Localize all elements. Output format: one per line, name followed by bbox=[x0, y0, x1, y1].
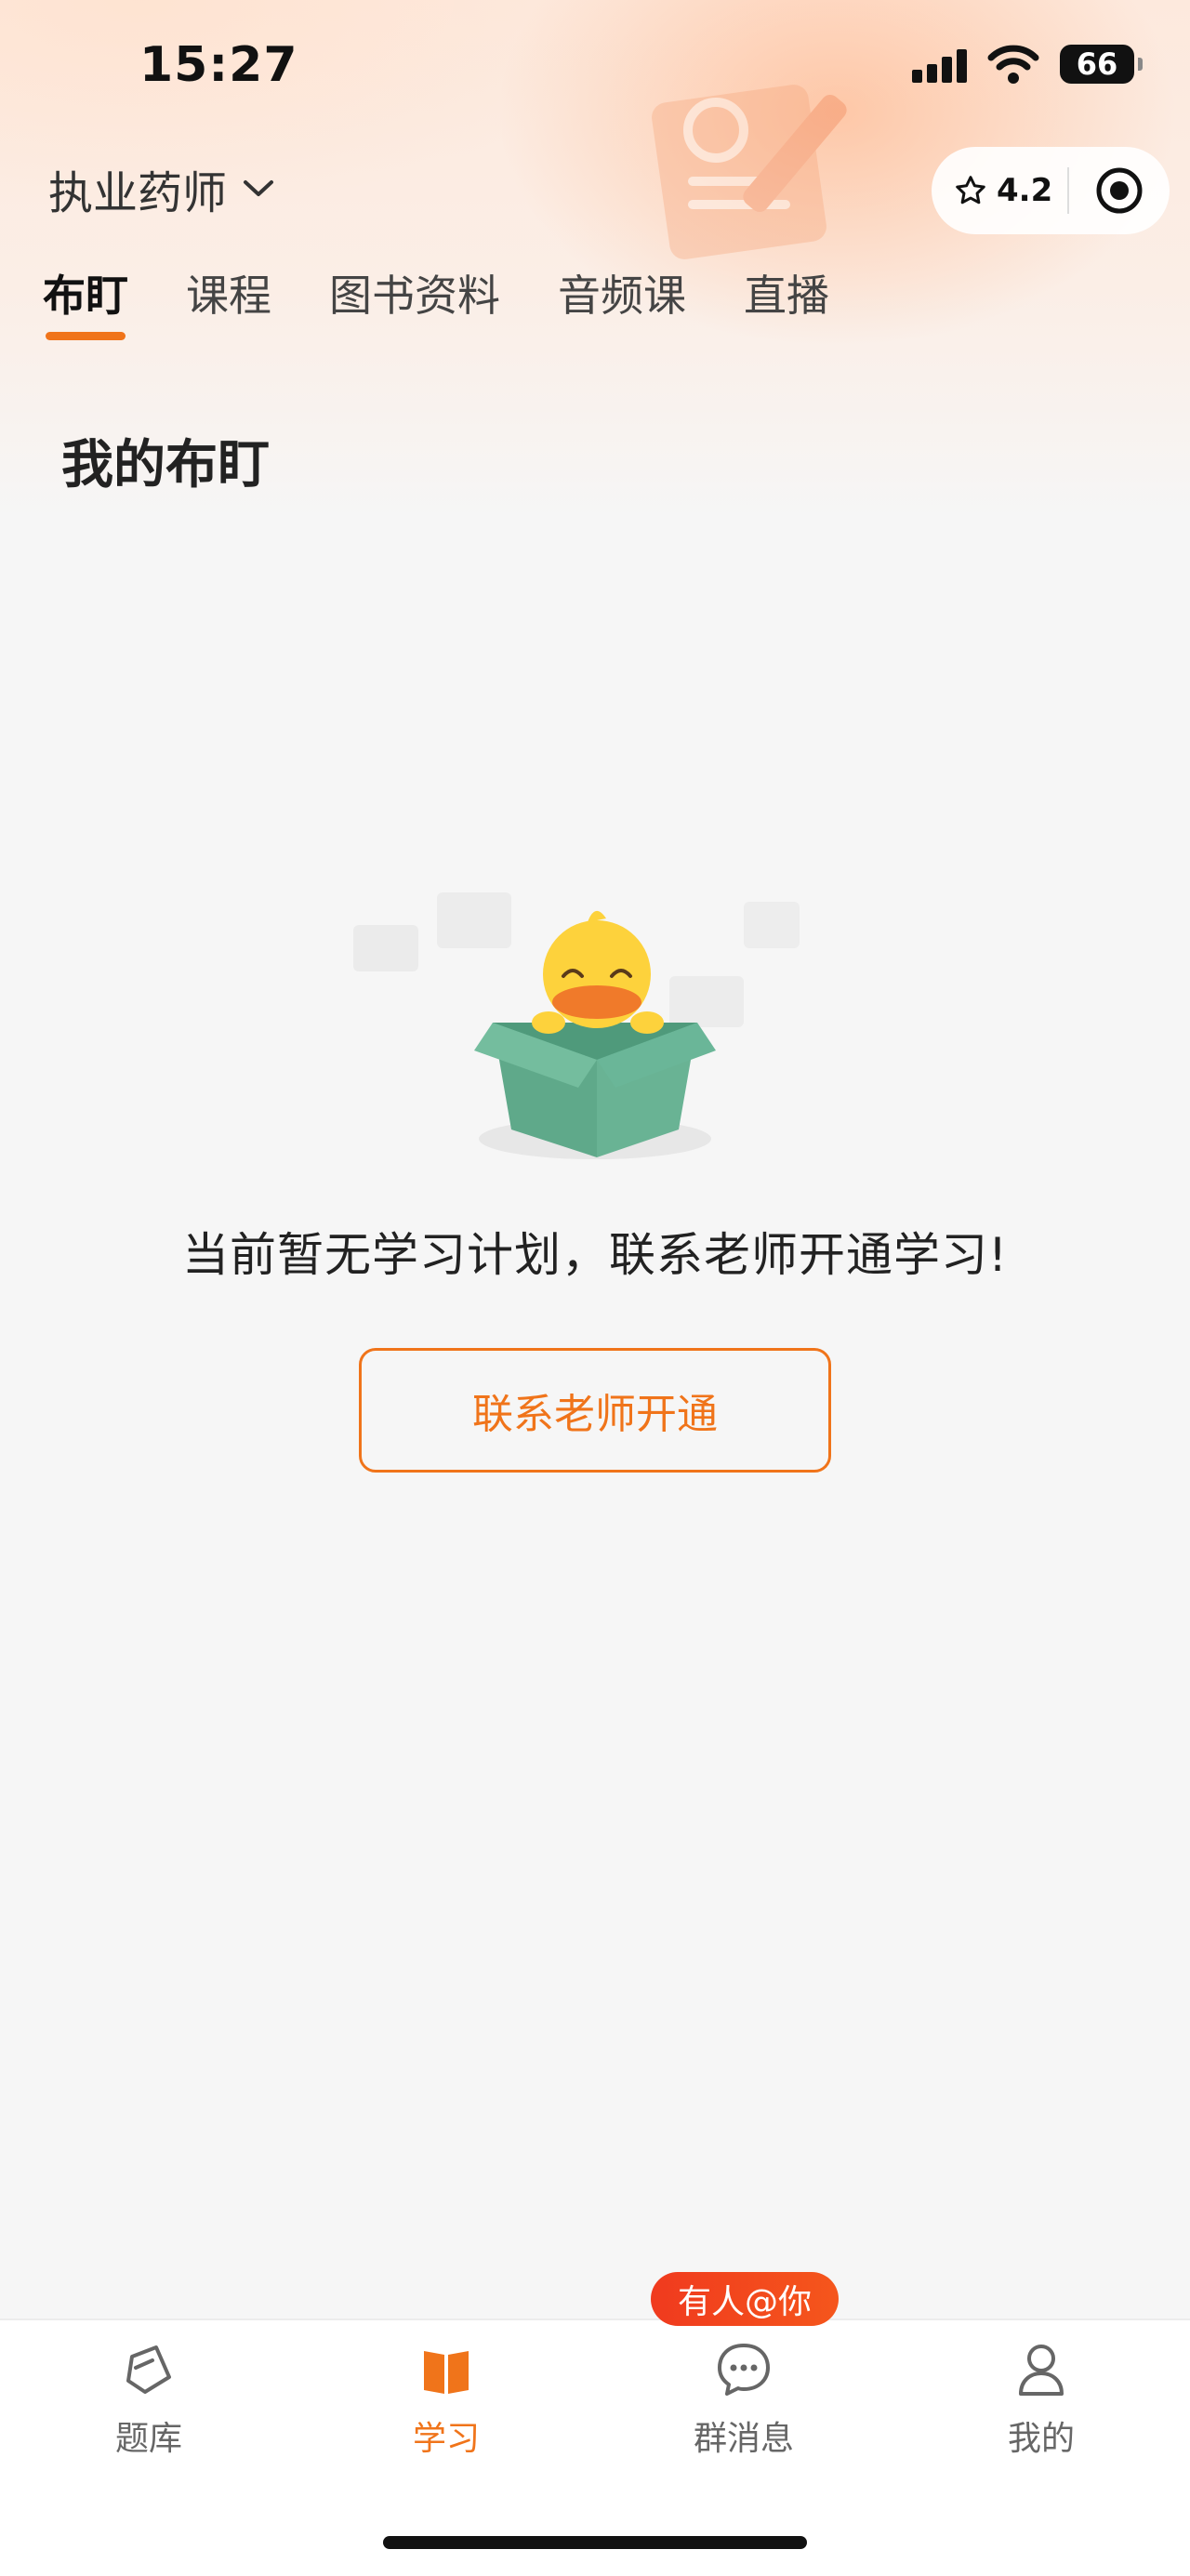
nav-label: 题库 bbox=[114, 2420, 182, 2458]
study-book-icon bbox=[414, 2337, 479, 2402]
study-notes-decoration bbox=[652, 85, 847, 259]
nav-item-profile[interactable]: 我的 bbox=[892, 2320, 1190, 2576]
nav-item-question-bank[interactable]: 题库 bbox=[0, 2320, 298, 2576]
rating-button[interactable]: 4.2 bbox=[932, 172, 1056, 209]
close-miniapp-button[interactable] bbox=[1069, 165, 1170, 216]
home-indicator bbox=[383, 2536, 807, 2549]
chat-bubble-icon bbox=[711, 2337, 776, 2402]
rating-value: 4.2 bbox=[997, 172, 1053, 209]
tab-audio[interactable]: 音频课 bbox=[558, 262, 686, 340]
empty-state-message: 当前暂无学习计划，联系老师开通学习! bbox=[181, 1228, 1009, 1282]
nav-label: 学习 bbox=[412, 2420, 480, 2458]
cellular-signal-icon bbox=[912, 46, 967, 83]
question-bank-icon bbox=[116, 2337, 181, 2402]
mention-badge[interactable]: 有人@你 bbox=[651, 2272, 839, 2326]
status-icons: 66 bbox=[912, 45, 1143, 84]
tab-bar: 布盯 课程 图书资料 音频课 直播 bbox=[43, 262, 829, 340]
page-title: 我的布盯 bbox=[61, 435, 270, 495]
tab-courses[interactable]: 课程 bbox=[186, 262, 271, 340]
tab-buding[interactable]: 布盯 bbox=[43, 262, 128, 340]
wifi-icon bbox=[987, 45, 1039, 84]
star-icon bbox=[956, 176, 985, 205]
nav-label: 我的 bbox=[1007, 2420, 1075, 2458]
tab-live[interactable]: 直播 bbox=[744, 262, 829, 340]
battery-indicator: 66 bbox=[1060, 45, 1143, 84]
chevron-down-icon bbox=[244, 180, 274, 196]
exam-selector[interactable]: 执业药师 bbox=[48, 156, 275, 221]
nav-label: 群消息 bbox=[693, 2420, 794, 2458]
contact-teacher-button[interactable]: 联系老师开通 bbox=[359, 1348, 831, 1473]
miniapp-capsule: 4.2 bbox=[932, 147, 1170, 234]
tab-books[interactable]: 图书资料 bbox=[329, 262, 500, 340]
target-icon bbox=[1096, 167, 1143, 214]
profile-icon bbox=[1009, 2337, 1074, 2402]
exam-name: 执业药师 bbox=[48, 167, 228, 219]
status-time: 15:27 bbox=[139, 37, 298, 93]
duck-in-box-illustration bbox=[353, 892, 800, 1159]
